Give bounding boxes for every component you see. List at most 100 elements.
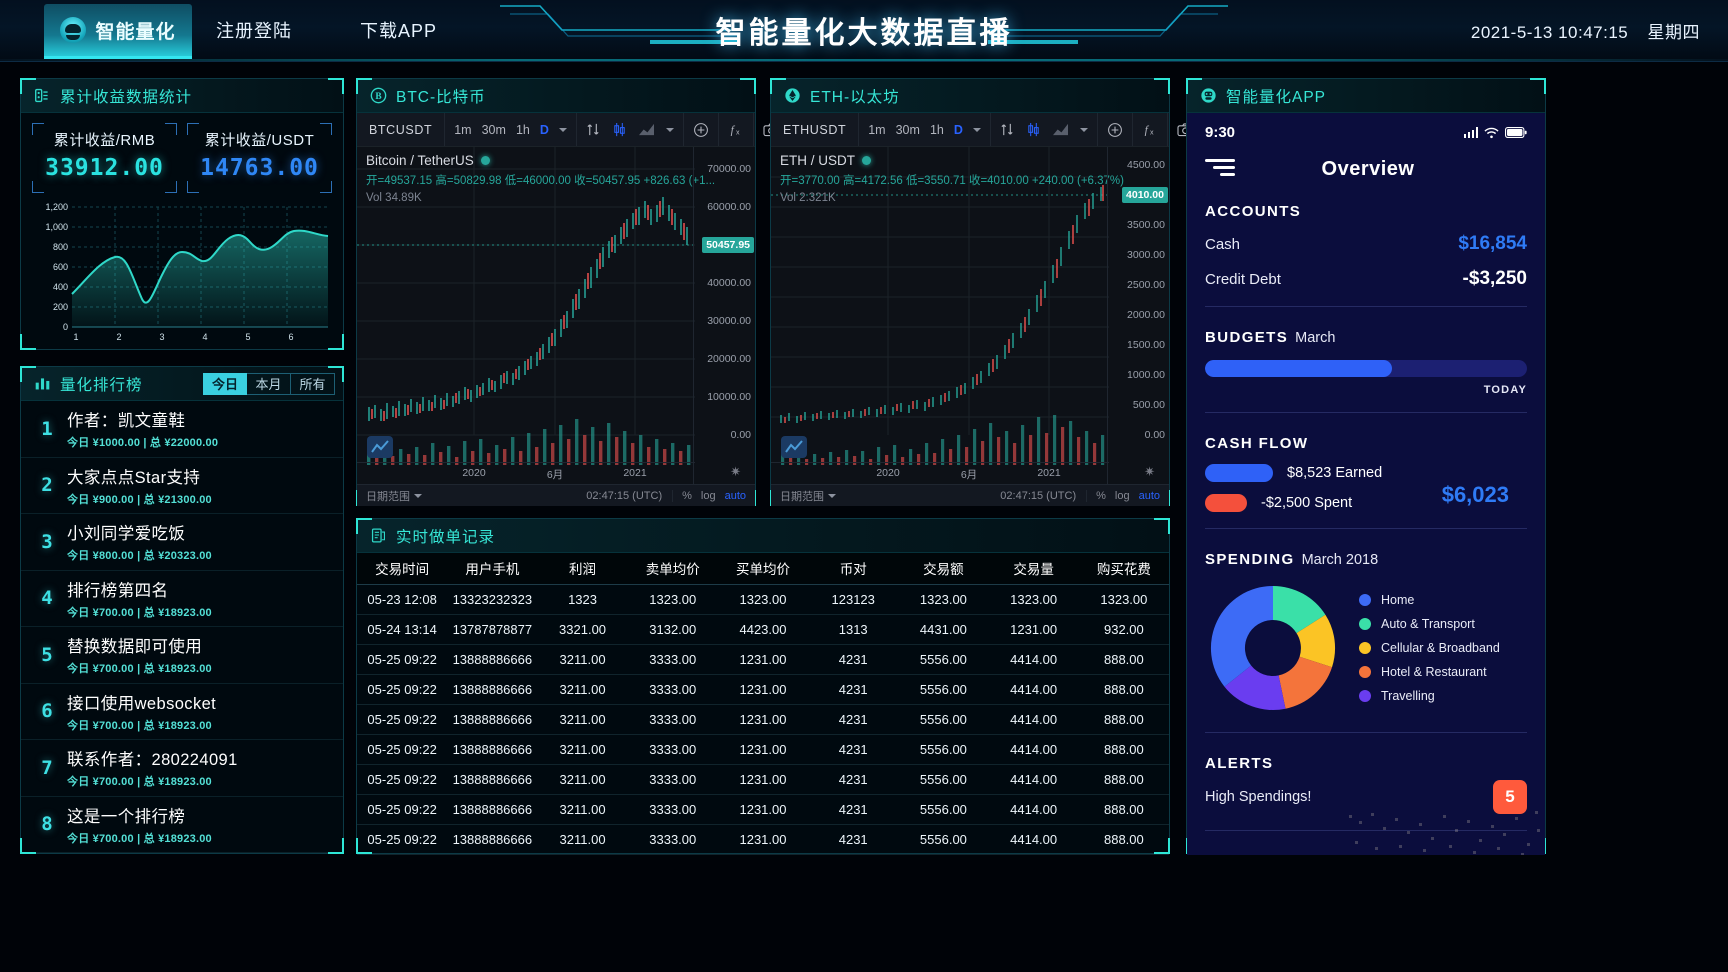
- divider: [1205, 306, 1527, 307]
- stats-icon: [35, 88, 48, 103]
- btc-scale-log[interactable]: log: [701, 490, 716, 502]
- table-row[interactable]: 05-25 09:22 13888886666 3211.00 3333.00 …: [357, 764, 1169, 795]
- btc-symbol[interactable]: BTCUSDT: [357, 113, 446, 146]
- menu-icon[interactable]: [1205, 159, 1235, 180]
- table-row[interactable]: 05-24 13:14 13787878877 3321.00 3132.00 …: [357, 614, 1169, 645]
- btc-utc-time: 02:47:15 (UTC): [586, 489, 663, 502]
- cell-sell-avg: 1323.00: [627, 584, 718, 615]
- table-row[interactable]: 05-25 09:22 13888886666 3211.00 3333.00 …: [357, 794, 1169, 825]
- cell-pair: 4231: [808, 644, 899, 675]
- list-item[interactable]: 3 小刘同学爱吃饭 今日 ¥800.00 | 总 ¥20323.00: [21, 514, 343, 571]
- account-row-cash[interactable]: Cash $16,854: [1205, 233, 1527, 255]
- btc-time-axis[interactable]: 2020 6月 2021: [357, 462, 695, 484]
- table-row[interactable]: 05-25 09:22 13888886666 3211.00 3333.00 …: [357, 824, 1169, 855]
- btc-res-1m[interactable]: 1m: [454, 123, 471, 137]
- records-table-body: 05-23 12:08 13323232323 1323 1323.00 132…: [357, 584, 1169, 855]
- ranking-list[interactable]: 1 作者：凯文童鞋 今日 ¥1000.00 | 总 ¥22000.00 2 大家…: [21, 401, 343, 853]
- chevron-down-icon[interactable]: [972, 127, 981, 132]
- list-item[interactable]: 5 替换数据即可使用 今日 ¥700.00 | 总 ¥18923.00: [21, 627, 343, 684]
- eth-res-1h[interactable]: 1h: [930, 123, 944, 137]
- add-indicator-icon[interactable]: [1107, 122, 1123, 138]
- eth-time-axis[interactable]: 2020 6月 2021: [771, 462, 1109, 484]
- list-item[interactable]: 6 接口使用websocket 今日 ¥700.00 | 总 ¥18923.00: [21, 684, 343, 740]
- chevron-down-icon[interactable]: [558, 127, 567, 132]
- indicators-icon[interactable]: [638, 122, 655, 137]
- table-row[interactable]: 05-25 09:22 13888886666 3211.00 3333.00 …: [357, 644, 1169, 675]
- cumulative-panel-header: 累计收益数据统计: [21, 79, 343, 113]
- function-icon[interactable]: f x: [1142, 122, 1158, 138]
- chevron-down-icon[interactable]: [665, 127, 674, 132]
- cell-sell-avg: 3333.00: [627, 794, 718, 825]
- compare-icon[interactable]: [586, 122, 601, 137]
- eth-scale-auto[interactable]: auto: [1139, 490, 1160, 502]
- col-trade-time: 交易时间: [357, 553, 448, 585]
- tradingview-logo-icon[interactable]: [781, 436, 807, 458]
- indicators-icon[interactable]: [1052, 122, 1069, 137]
- robot-icon: [60, 17, 87, 43]
- cell-amount: 5556.00: [898, 674, 989, 705]
- eth-price-axis[interactable]: 4500.00 4000.00 3500.00 3000.00 2500.00 …: [1107, 147, 1169, 506]
- nav-item-register-login[interactable]: 注册登陆: [216, 17, 292, 43]
- rank-tab-today[interactable]: 今日: [203, 372, 247, 395]
- btc-res-30m[interactable]: 30m: [482, 123, 506, 137]
- table-row[interactable]: 05-23 12:08 13323232323 1323 1323.00 132…: [357, 584, 1169, 615]
- ranking-panel-header: 量化排行榜 今日 本月 所有: [21, 367, 343, 401]
- divider: [1205, 528, 1527, 529]
- eth-symbol[interactable]: ETHUSDT: [771, 113, 860, 146]
- rank-tab-all[interactable]: 所有: [291, 372, 335, 395]
- btc-scale-percent[interactable]: %: [682, 490, 692, 502]
- tradingview-logo-icon[interactable]: [367, 436, 393, 458]
- eth-res-30m[interactable]: 30m: [896, 123, 920, 137]
- compare-icon[interactable]: [1000, 122, 1015, 137]
- svg-text:200: 200: [53, 302, 68, 312]
- table-row[interactable]: 05-25 09:22 13888886666 3211.00 3333.00 …: [357, 734, 1169, 765]
- nav-logo-button[interactable]: 智能量化: [44, 4, 192, 56]
- btc-res-d[interactable]: D: [540, 123, 549, 137]
- eth-scale-group: % log auto: [1086, 489, 1169, 502]
- function-icon[interactable]: f x: [728, 122, 744, 138]
- eth-res-d[interactable]: D: [954, 123, 963, 137]
- budget-progress-bar[interactable]: [1205, 360, 1527, 377]
- rank-title: 大家点点Star支持: [67, 468, 201, 487]
- chevron-down-icon[interactable]: [1079, 127, 1088, 132]
- eth-scale-log[interactable]: log: [1115, 490, 1130, 502]
- btc-ytick-6: 10000.00: [707, 391, 751, 403]
- eth-date-range-button[interactable]: 日期范围: [771, 488, 836, 504]
- table-row[interactable]: 05-25 09:22 13888886666 3211.00 3333.00 …: [357, 674, 1169, 705]
- btc-res-1h[interactable]: 1h: [516, 123, 530, 137]
- list-item[interactable]: 1 作者：凯文童鞋 今日 ¥1000.00 | 总 ¥22000.00: [21, 401, 343, 458]
- table-row[interactable]: 05-25 09:22 13888886666 3211.00 3333.00 …: [357, 704, 1169, 735]
- cell-volume: 1231.00: [988, 614, 1079, 645]
- btc-settings-gear-icon[interactable]: ✷: [730, 464, 741, 480]
- chevron-down-icon: [828, 493, 836, 498]
- cell-sell-avg: 3333.00: [627, 824, 718, 855]
- btc-date-range-button[interactable]: 日期范围: [357, 488, 422, 504]
- btc-price-axis[interactable]: 70000.00 60000.00 50000.00 40000.00 3000…: [693, 147, 755, 506]
- list-item[interactable]: 8 这是一个排行榜 今日 ¥700.00 | 总 ¥18923.00: [21, 797, 343, 853]
- btc-toolbar: BTCUSDT 1m 30m 1h D f x: [357, 113, 780, 147]
- account-row-credit-debt[interactable]: Credit Debt -$3,250: [1205, 268, 1527, 290]
- eth-res-1m[interactable]: 1m: [868, 123, 885, 137]
- list-item[interactable]: 7 联系作者：280224091 今日 ¥700.00 | 总 ¥18923.0…: [21, 740, 343, 797]
- nav-item-download-app[interactable]: 下载APP: [360, 17, 437, 43]
- eth-tradingview-widget[interactable]: ETHUSDT 1m 30m 1h D f x ETH / USDT 开=377…: [771, 113, 1194, 506]
- eth-resolution-group: 1m 30m 1h D: [859, 113, 991, 146]
- rank-tab-month[interactable]: 本月: [247, 372, 291, 395]
- cumulative-rmb-label: 累计收益/RMB: [53, 132, 156, 149]
- btc-status-bar: 日期范围 02:47:15 (UTC) % log auto: [357, 484, 755, 506]
- cell-pair: 1313: [808, 614, 899, 645]
- svg-text:1: 1: [73, 332, 78, 342]
- account-debt-value: -$3,250: [1462, 268, 1527, 289]
- eth-settings-gear-icon[interactable]: ✷: [1144, 464, 1155, 480]
- candlestick-icon[interactable]: [1026, 122, 1041, 137]
- list-item[interactable]: 4 排行榜第四名 今日 ¥700.00 | 总 ¥18923.00: [21, 571, 343, 627]
- candlestick-icon[interactable]: [612, 122, 627, 137]
- btc-tradingview-widget[interactable]: BTCUSDT 1m 30m 1h D f x Bitcoin / Tether…: [357, 113, 780, 506]
- eth-scale-percent[interactable]: %: [1096, 490, 1106, 502]
- btc-tool-group-3: f x: [719, 113, 754, 146]
- add-indicator-icon[interactable]: [693, 122, 709, 138]
- cell-buy-avg: 4423.00: [717, 614, 809, 645]
- btc-scale-auto[interactable]: auto: [725, 490, 746, 502]
- cashflow-spent-label: -$2,500 Spent: [1261, 495, 1353, 511]
- list-item[interactable]: 2 大家点点Star支持 今日 ¥900.00 | 总 ¥21300.00: [21, 458, 343, 514]
